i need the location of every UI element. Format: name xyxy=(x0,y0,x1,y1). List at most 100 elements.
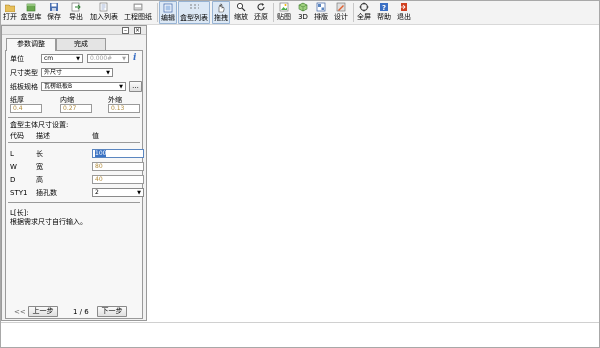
hand-icon xyxy=(216,3,226,13)
unit-value: cm xyxy=(44,55,54,62)
slot-count-value: 2 xyxy=(95,189,99,196)
hint-title: L[长]: xyxy=(10,209,29,217)
zoom-button[interactable]: 缩放 xyxy=(233,1,249,24)
row-desc-D: 高 xyxy=(36,176,43,184)
export-button[interactable]: 导出 xyxy=(68,1,84,24)
exit-button[interactable]: 退出 xyxy=(396,1,412,24)
svg-text:?: ? xyxy=(382,4,386,12)
chevron-down-icon: ▼ xyxy=(137,190,141,196)
drawing-icon xyxy=(133,2,143,12)
row-code-L: L xyxy=(10,150,14,158)
tab-parameter-adjust[interactable]: 参数调整 xyxy=(6,38,56,51)
next-step-button[interactable]: 下一步 xyxy=(97,306,127,317)
close-icon: × xyxy=(135,27,141,34)
restore-button[interactable]: 还原 xyxy=(253,1,269,24)
texture-button[interactable]: 贴图 xyxy=(276,1,292,24)
save-button[interactable]: 保存 xyxy=(47,1,61,24)
toolbar-separator xyxy=(157,3,158,22)
length-value: 100 xyxy=(95,150,107,157)
3d-icon xyxy=(298,2,308,12)
info-icon[interactable]: i xyxy=(133,54,138,63)
length-field[interactable]: 100 xyxy=(92,149,144,158)
texture-icon xyxy=(279,2,289,12)
parameter-panel: – × 参数调整 完成 单位 cm ▼ 0.000# ▼ i 尺寸类型 外尺寸 … xyxy=(1,25,147,321)
table-header-divider xyxy=(8,142,140,143)
size-type-select[interactable]: 外尺寸 ▼ xyxy=(41,68,113,77)
design-icon xyxy=(336,2,346,12)
3d-button[interactable]: 3D xyxy=(297,1,309,24)
box-list-icon xyxy=(189,3,199,13)
slot-count-select[interactable]: 2 ▼ xyxy=(92,188,144,197)
add-list-icon xyxy=(99,2,109,12)
box-list-button[interactable]: 盒型列表 xyxy=(178,1,210,24)
page-indicator: 1 / 6 xyxy=(73,308,89,316)
unit-label: 单位 xyxy=(10,55,24,63)
column-header-desc: 描述 xyxy=(36,132,50,140)
minimize-panel-button[interactable]: – xyxy=(122,27,129,34)
edit-icon xyxy=(163,3,173,13)
main-toolbar: 打开 盒型库 保存 导出 加入列表 工程图纸 编辑 盒型列表 拖拽 缩放 还原 xyxy=(0,0,600,25)
column-header-value: 值 xyxy=(92,132,99,140)
row-desc-W: 宽 xyxy=(36,163,43,171)
fullscreen-button[interactable]: 全屏 xyxy=(356,1,372,24)
outer-shrink-label: 外缩 xyxy=(108,96,122,104)
height-field[interactable]: 40 xyxy=(92,175,144,184)
prev-step-button[interactable]: 上一步 xyxy=(28,306,58,317)
toolbar-separator xyxy=(353,3,354,22)
outer-shrink-field[interactable]: 0.13 xyxy=(108,104,140,113)
box-library-button[interactable]: 盒型库 xyxy=(21,1,42,24)
section-title: 盒型主体尺寸设置: xyxy=(10,121,69,129)
open-button[interactable]: 打开 xyxy=(3,1,17,24)
design-button[interactable]: 设计 xyxy=(333,1,349,24)
column-header-code: 代码 xyxy=(10,132,24,140)
close-panel-button[interactable]: × xyxy=(134,27,141,34)
paper-thickness-label: 纸厚 xyxy=(10,96,24,104)
engineering-drawing-button[interactable]: 工程图纸 xyxy=(122,1,154,24)
paper-spec-label: 纸板规格 xyxy=(10,83,38,91)
layout-button[interactable]: 排版 xyxy=(313,1,329,24)
panel-header: – × xyxy=(2,26,146,35)
tab-content: 单位 cm ▼ 0.000# ▼ i 尺寸类型 外尺寸 ▼ 纸板规格 瓦楞纸板B… xyxy=(5,50,144,319)
save-icon xyxy=(49,2,59,12)
row-code-D: D xyxy=(10,176,16,184)
hint-text: 根据需求尺寸自行输入。 xyxy=(10,218,87,226)
row-code-STY1: STY1 xyxy=(10,189,28,197)
row-desc-L: 长 xyxy=(36,150,43,158)
first-page-button[interactable]: << xyxy=(14,308,26,316)
tab-finish[interactable]: 完成 xyxy=(56,38,106,50)
toolbar-separator xyxy=(273,3,274,22)
width-field[interactable]: 80 xyxy=(92,162,144,171)
layout-icon xyxy=(316,2,326,12)
size-type-label: 尺寸类型 xyxy=(10,69,38,77)
help-button[interactable]: ? 帮助 xyxy=(376,1,392,24)
inner-shrink-label: 内缩 xyxy=(60,96,74,104)
paper-spec-value: 瓦楞纸板B xyxy=(44,83,73,90)
precision-select[interactable]: 0.000# ▼ xyxy=(87,54,129,63)
exit-icon xyxy=(399,2,409,12)
help-icon: ? xyxy=(379,2,389,12)
zoom-icon xyxy=(236,2,246,12)
row-code-W: W xyxy=(10,163,17,171)
fullscreen-icon xyxy=(359,2,369,12)
chevron-down-icon: ▼ xyxy=(76,56,80,62)
size-type-value: 外尺寸 xyxy=(44,69,63,76)
inner-shrink-field[interactable]: 0.27 xyxy=(60,104,92,113)
paper-spec-more-button[interactable]: ... xyxy=(129,81,142,92)
paper-thickness-field[interactable]: 0.4 xyxy=(10,104,42,113)
box-library-icon xyxy=(26,2,36,12)
divider xyxy=(8,202,140,203)
export-icon xyxy=(71,2,81,12)
minimize-icon: – xyxy=(124,27,127,34)
precision-value: 0.000# xyxy=(90,55,113,62)
paper-spec-select[interactable]: 瓦楞纸板B ▼ xyxy=(41,82,126,91)
status-divider xyxy=(0,322,600,323)
chevron-down-icon: ▼ xyxy=(122,56,126,62)
restore-icon xyxy=(256,2,266,12)
unit-select[interactable]: cm ▼ xyxy=(41,54,83,63)
chevron-down-icon: ▼ xyxy=(106,70,110,76)
drag-button[interactable]: 拖拽 xyxy=(212,1,230,24)
edit-button[interactable]: 编辑 xyxy=(159,1,177,24)
add-to-list-button[interactable]: 加入列表 xyxy=(88,1,120,24)
chevron-down-icon: ▼ xyxy=(119,84,123,90)
folder-open-icon xyxy=(5,2,15,12)
